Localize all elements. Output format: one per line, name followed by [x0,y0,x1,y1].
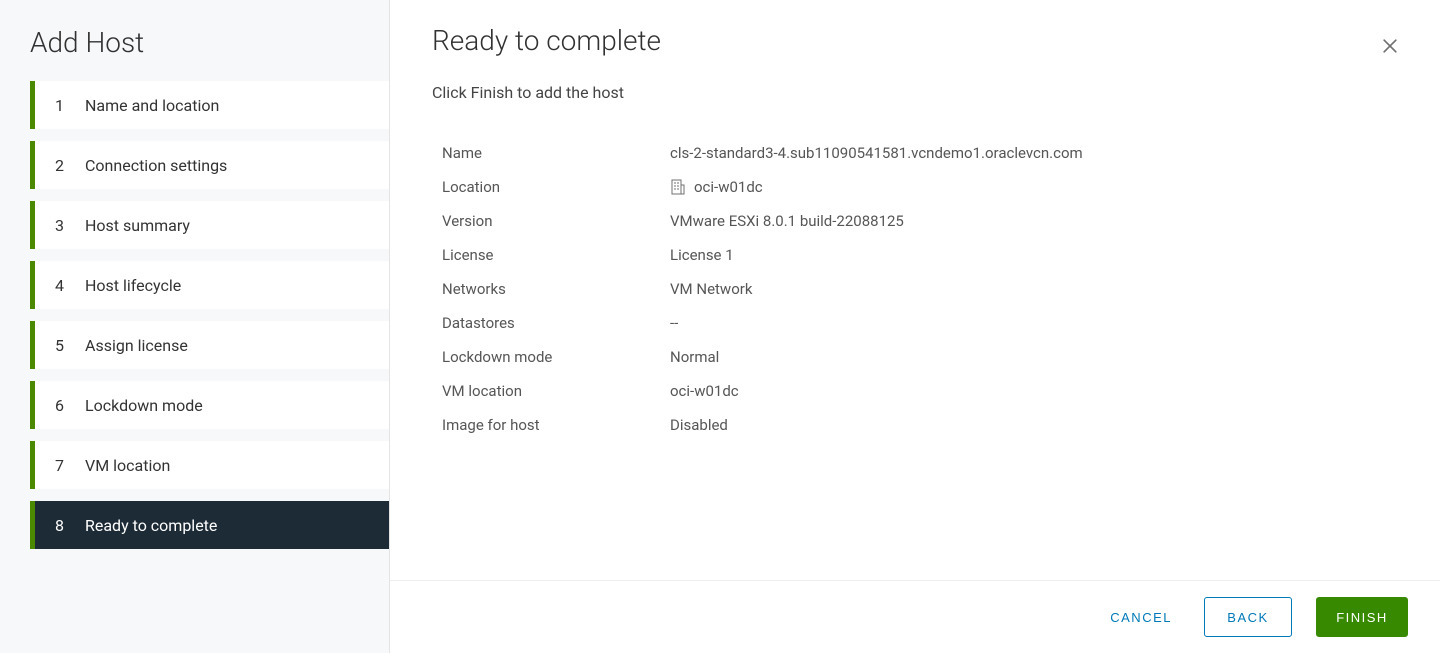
summary-value: License 1 [670,246,734,264]
step-number: 8 [55,516,69,535]
content-title: Ready to complete [432,24,661,57]
content-header: Ready to complete [432,24,1398,67]
summary-value-text: oci-w01dc [694,178,763,196]
step-number: 3 [55,216,69,235]
wizard-step-ready-to-complete[interactable]: 8 Ready to complete [30,501,389,549]
summary-label: Networks [442,280,670,298]
summary-label: Name [442,144,670,162]
summary-row-lockdown-mode: Lockdown mode Normal [442,340,1398,374]
step-number: 1 [55,96,69,115]
step-label: Connection settings [85,156,227,175]
step-label: VM location [85,456,170,475]
summary-row-location: Location oci-w01dc [442,170,1398,204]
wizard-step-list: 1 Name and location 2 Connection setting… [0,81,389,549]
wizard-content: Ready to complete Click Finish to add th… [390,0,1440,653]
content-subtitle: Click Finish to add the host [432,83,1398,102]
summary-row-vm-location: VM location oci-w01dc [442,374,1398,408]
step-number: 6 [55,396,69,415]
finish-button[interactable]: FINISH [1316,597,1408,637]
summary-value: VM Network [670,280,752,298]
datacenter-icon [670,179,686,195]
summary-value: -- [670,314,678,332]
summary-value: Normal [670,348,719,366]
summary-label: Datastores [442,314,670,332]
summary-row-image-for-host: Image for host Disabled [442,408,1398,442]
summary-label: VM location [442,382,670,400]
wizard-sidebar: Add Host 1 Name and location 2 Connectio… [0,0,390,653]
cancel-button[interactable]: CANCEL [1102,597,1180,637]
summary-label: Image for host [442,416,670,434]
summary-row-networks: Networks VM Network [442,272,1398,306]
summary-value: VMware ESXi 8.0.1 build-22088125 [670,212,904,230]
step-number: 7 [55,456,69,475]
wizard-step-assign-license[interactable]: 5 Assign license [30,321,389,369]
summary-label: Lockdown mode [442,348,670,366]
summary-table: Name cls-2-standard3-4.sub11090541581.vc… [432,136,1398,442]
wizard-step-host-lifecycle[interactable]: 4 Host lifecycle [30,261,389,309]
step-label: Lockdown mode [85,396,203,415]
wizard-footer: CANCEL BACK FINISH [390,580,1440,653]
summary-label: Version [442,212,670,230]
wizard-step-vm-location[interactable]: 7 VM location [30,441,389,489]
close-icon [1380,36,1400,56]
step-label: Host lifecycle [85,276,181,295]
wizard-step-name-and-location[interactable]: 1 Name and location [30,81,389,129]
summary-label: License [442,246,670,264]
step-label: Name and location [85,96,219,115]
summary-value: cls-2-standard3-4.sub11090541581.vcndemo… [670,144,1083,162]
back-button[interactable]: BACK [1204,597,1292,637]
step-number: 2 [55,156,69,175]
wizard-step-connection-settings[interactable]: 2 Connection settings [30,141,389,189]
summary-row-license: License License 1 [442,238,1398,272]
summary-row-datastores: Datastores -- [442,306,1398,340]
step-number: 5 [55,336,69,355]
summary-value: oci-w01dc [670,382,739,400]
step-label: Assign license [85,336,188,355]
summary-row-name: Name cls-2-standard3-4.sub11090541581.vc… [442,136,1398,170]
wizard-step-lockdown-mode[interactable]: 6 Lockdown mode [30,381,389,429]
add-host-wizard: Add Host 1 Name and location 2 Connectio… [0,0,1440,653]
wizard-title: Add Host [0,26,389,81]
step-number: 4 [55,276,69,295]
summary-value: Disabled [670,416,728,434]
summary-value: oci-w01dc [670,178,763,196]
step-label: Host summary [85,216,190,235]
summary-row-version: Version VMware ESXi 8.0.1 build-22088125 [442,204,1398,238]
close-button[interactable] [1372,28,1408,67]
wizard-step-host-summary[interactable]: 3 Host summary [30,201,389,249]
summary-label: Location [442,178,670,196]
step-label: Ready to complete [85,516,217,535]
